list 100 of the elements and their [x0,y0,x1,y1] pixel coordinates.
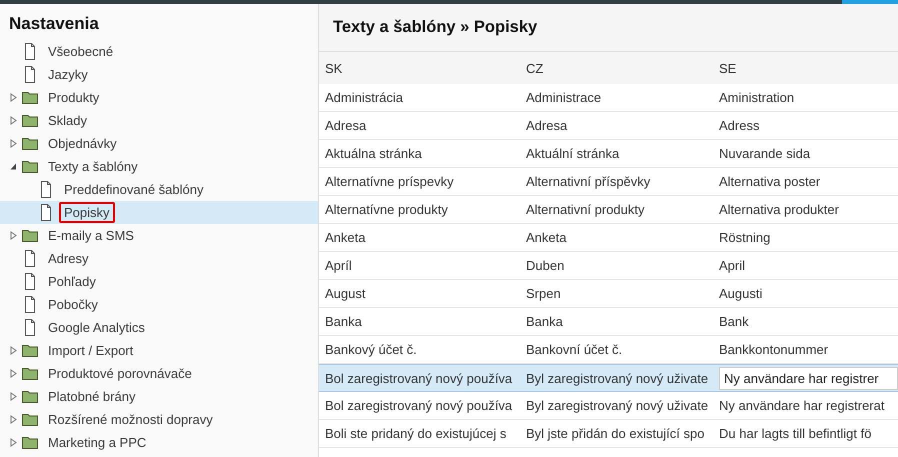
document-icon [22,296,38,313]
folder-icon [22,229,38,242]
document-icon [38,204,54,221]
tree-item-label: Rozšírené možnosti dopravy [47,411,214,429]
tree-item[interactable]: Popisky [0,201,318,224]
document-icon [38,181,54,198]
table-cell: Alternativa poster [719,174,820,189]
folder-icon [22,413,38,426]
folder-icon [22,160,38,173]
tree-item[interactable]: Import / Export [0,339,318,362]
table-cell: Duben [526,258,564,273]
table-cell: Augusti [719,286,762,301]
collapse-arrow-icon[interactable] [10,163,16,170]
table-cell: April [719,258,746,273]
folder-icon [22,344,38,357]
table-cell: Bankovní účet č. [526,342,622,357]
table-cell: Byl zaregistrovaný nový uživate [526,398,708,413]
tree-item[interactable]: Preddefinované šablóny [0,178,318,201]
table-cell: Banka [325,314,362,329]
folder-icon [22,390,38,403]
tree-item-label: Jazyky [47,66,89,84]
table-cell: Administrácia [325,90,404,105]
table-cell: Srpen [526,286,561,301]
tree-item[interactable]: Jazyky [0,63,318,86]
table-cell: Banka [526,314,563,329]
tree-item[interactable]: Produktové porovnávače [0,362,318,385]
tree-item-label: Adresy [47,250,90,268]
expand-arrow-icon[interactable] [10,116,16,125]
folder-icon [22,137,38,150]
tree-item[interactable]: E-maily a SMS [0,224,318,247]
tree-item[interactable]: Pohľady [0,270,318,293]
tree-item-label: Google Analytics [47,319,146,337]
expand-arrow-icon[interactable] [10,93,16,102]
tree-item[interactable]: Platobné brány [0,385,318,408]
expand-arrow-icon[interactable] [10,415,16,424]
expand-arrow-icon[interactable] [10,231,16,240]
tree-item[interactable]: Adresy [0,247,318,270]
column-header[interactable]: SE [713,60,898,76]
folder-icon [22,367,38,380]
tree-item[interactable]: Google Analytics [0,316,318,339]
tree-item-label: Marketing a PPC [47,434,148,452]
sidebar-title: Nastavenia [8,13,100,35]
page-title: Texty a šablóny » Popisky [333,18,538,37]
table-cell: Boli ste pridaný do existujúcej s [325,426,506,441]
expand-arrow-icon[interactable] [10,369,16,378]
tree-item-label: Všeobecné [47,43,114,61]
tree-item-label: Sklady [47,112,88,130]
table-row[interactable]: Bol zaregistrovaný nový používa Byl zaregistrovaný nový uživate Ny användare har registrer [319,364,898,392]
cell-input-field[interactable]: Ny användare har registrer [719,366,898,390]
column-header[interactable]: SK [319,60,520,76]
table-cell: Alternativa produkter [719,202,839,217]
tree-item-label: Objednávky [47,135,118,153]
tree-item-label: E-maily a SMS [47,227,135,245]
table-cell: Alternativní příspěvky [526,174,650,189]
tree-item[interactable]: Rozšírené možnosti dopravy [0,408,318,431]
expand-arrow-icon[interactable] [10,139,16,148]
document-icon [22,66,38,83]
table-cell: Bank [719,314,749,329]
tree-item-label: Preddefinované šablóny [63,181,204,199]
table-cell: Anketa [526,230,566,245]
folder-icon [22,114,38,127]
tree-item-label: Pohľady [47,273,97,291]
column-header[interactable]: CZ [520,60,713,76]
table-cell: Adress [719,118,760,133]
tree-item-label: Pobočky [47,296,99,314]
document-icon [22,43,38,60]
document-icon [22,273,38,290]
tree-item-label: Import / Export [47,342,134,360]
expand-arrow-icon[interactable] [10,438,16,447]
table-cell: Aktuálna stránka [325,146,422,161]
table-cell: Adresa [325,118,366,133]
table-cell: Alternativní produkty [526,202,645,217]
tree-item[interactable]: Pobočky [0,293,318,316]
table-cell: Röstning [719,230,770,245]
table-cell: Anketa [325,230,366,245]
tree-item[interactable]: Všeobecné [0,40,318,63]
tree-item-label: Produkty [47,89,100,107]
document-icon [22,319,38,336]
table-cell: Nuvarande sida [719,146,810,161]
table-cell: Byl jste přidán do existující spo [526,426,704,441]
tree-item[interactable]: Texty a šablóny [0,155,318,178]
table-cell: Adresa [526,118,568,133]
tree-item[interactable]: Marketing a PPC [0,431,318,454]
folder-icon [22,91,38,104]
expand-arrow-icon[interactable] [10,392,16,401]
table-cell: Administrace [526,90,602,105]
tree-item[interactable]: Sklady [0,109,318,132]
document-icon [22,250,38,267]
table-cell: Bankový účet č. [325,342,417,357]
table-cell: Aktuální stránka [526,146,620,161]
tree-item[interactable]: Produkty [0,86,318,109]
table-cell: Aministration [719,90,794,105]
expand-arrow-icon[interactable] [10,346,16,355]
tree-item-label: Popisky [59,202,115,223]
table-cell: Bol zaregistrovaný nový používa [325,370,512,386]
tree-item[interactable]: Objednávky [0,132,318,155]
table-cell: Alternatívne produkty [325,202,448,217]
table-cell: Ny användare har registrerat [719,398,884,413]
folder-icon [22,436,38,449]
tree-item-label: Platobné brány [47,388,136,406]
